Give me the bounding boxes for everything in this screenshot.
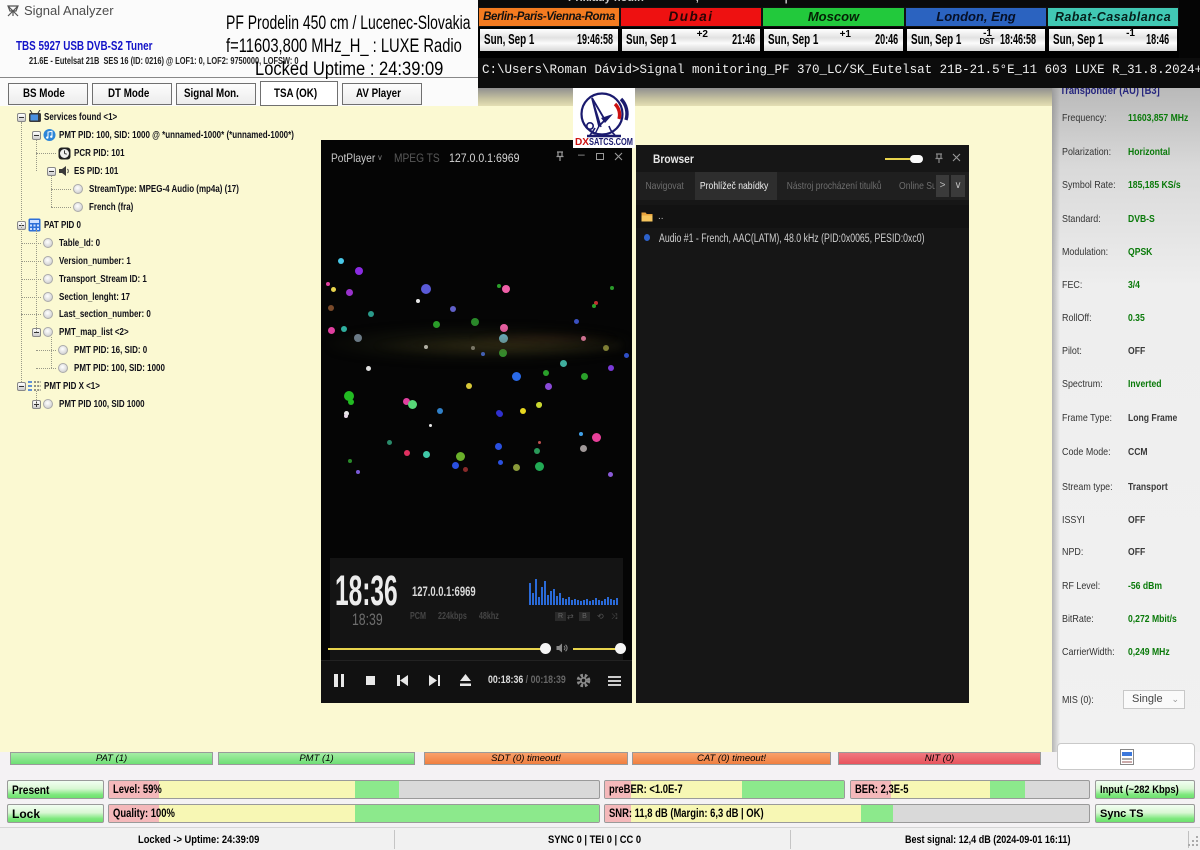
svg-text:SATCS.COM: SATCS.COM [589, 137, 633, 148]
svg-text:DX: DX [575, 137, 589, 148]
